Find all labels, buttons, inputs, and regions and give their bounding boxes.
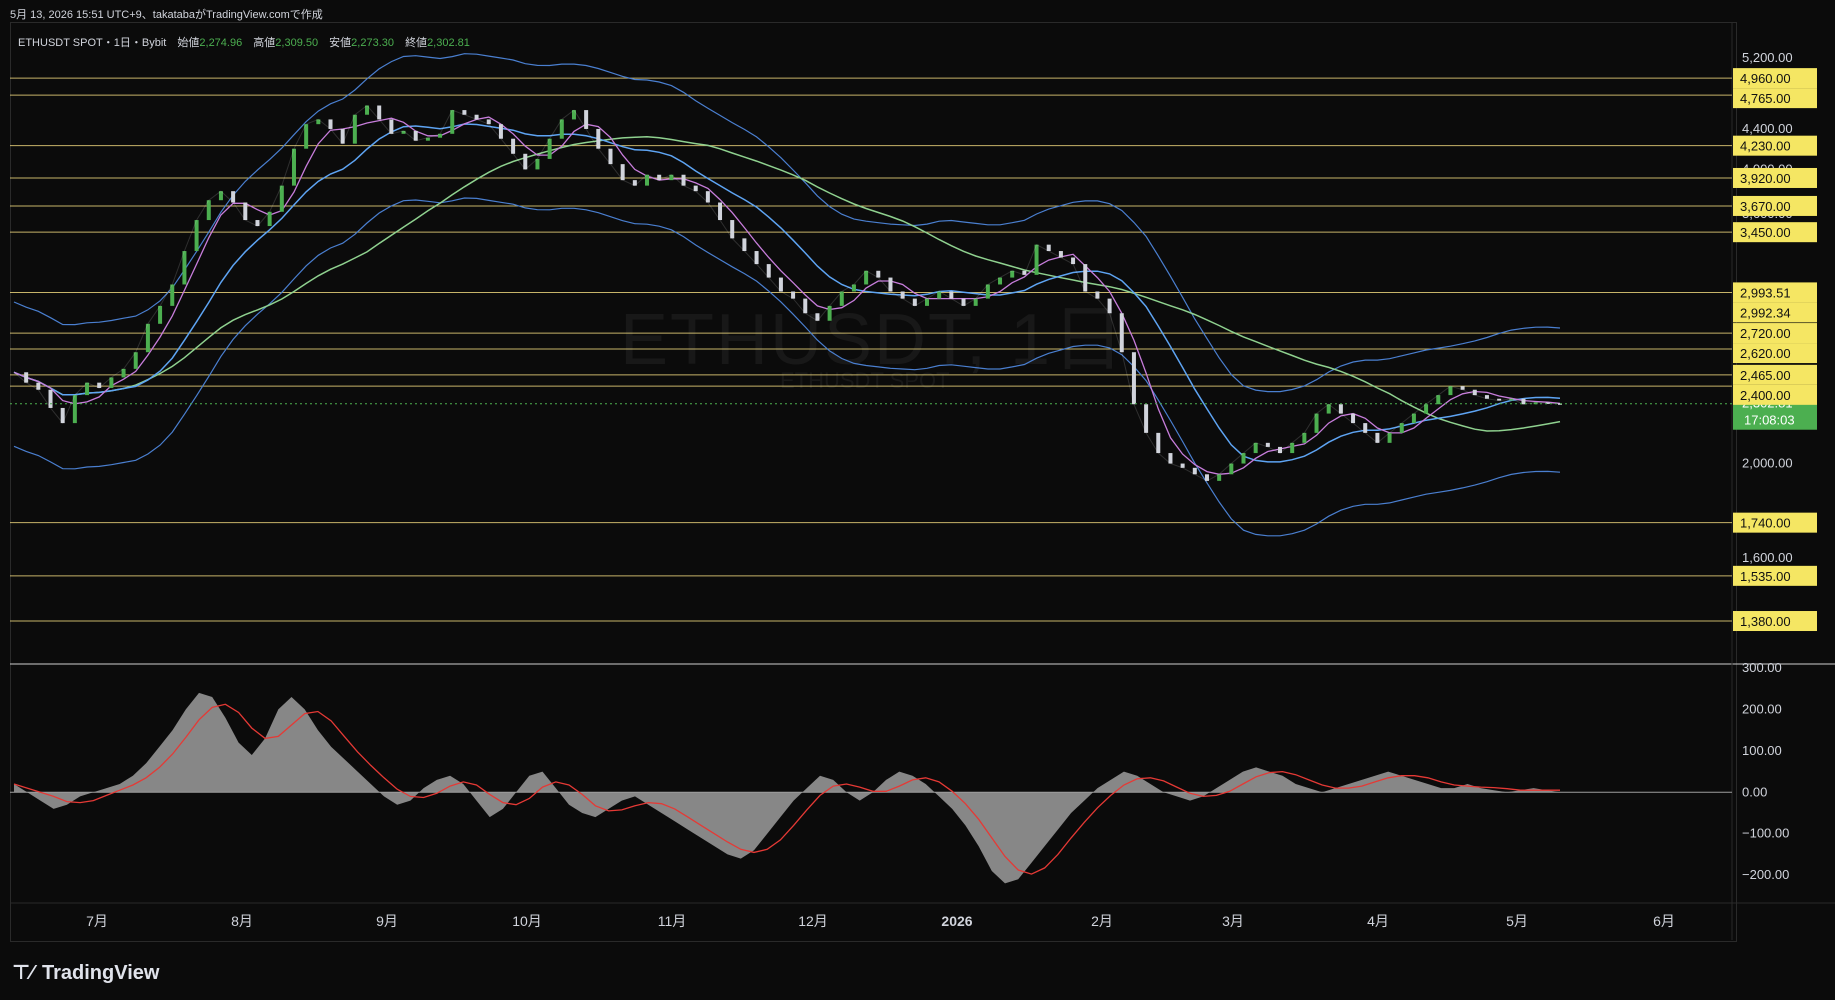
time-axis-label: 3月 bbox=[1222, 913, 1244, 929]
macd-axis-tick: −200.00 bbox=[1742, 867, 1789, 882]
time-axis-label: 6月 bbox=[1653, 913, 1675, 929]
macd-axis-tick: 0.00 bbox=[1742, 784, 1767, 799]
price-level-tag-label: 2,620.00 bbox=[1740, 346, 1791, 361]
time-axis-label: 8月 bbox=[231, 913, 253, 929]
price-level-tag-label: 2,993.51 bbox=[1740, 285, 1791, 300]
footer-bar bbox=[0, 955, 1835, 1000]
time-axis-label: 4月 bbox=[1367, 913, 1389, 929]
open-value: 2,274.96 bbox=[199, 37, 243, 49]
tradingview-logo-icon: ⊤⁄ bbox=[12, 962, 34, 984]
time-axis-label: 10月 bbox=[512, 913, 542, 929]
time-axis-label: 5月 bbox=[1506, 913, 1528, 929]
price-level-tag-label: 2,400.00 bbox=[1740, 388, 1791, 403]
time-axis-label: 12月 bbox=[798, 913, 828, 929]
symbol-legend: ETHUSDT SPOT・1日・Bybit 始値2,274.96 高値2,309… bbox=[18, 34, 470, 50]
price-level-tag-label: 1,535.00 bbox=[1740, 569, 1791, 584]
price-axis-tick: 4,400.00 bbox=[1742, 121, 1793, 136]
price-axis-tick: 1,600.00 bbox=[1742, 550, 1793, 565]
ma-fast-line bbox=[13, 116, 1561, 475]
close-label: 終値 bbox=[405, 37, 428, 49]
chart-frame: 5月 13, 2026 15:51 UTC+9、takatabaがTrading… bbox=[0, 0, 1835, 1000]
price-level-tag-label: 1,740.00 bbox=[1740, 516, 1791, 531]
tradingview-brand: TradingView bbox=[42, 962, 160, 984]
macd-axis-tick: −100.00 bbox=[1742, 826, 1789, 841]
price-level-tag-label: 2,720.00 bbox=[1740, 326, 1791, 341]
high-value: 2,309.50 bbox=[275, 37, 319, 49]
macd-axis-tick: 200.00 bbox=[1742, 701, 1782, 716]
tradingview-logo[interactable]: ⊤⁄ TradingView bbox=[12, 960, 159, 985]
price-level-tag-label: 2,465.00 bbox=[1740, 368, 1791, 383]
time-axis-label: 11月 bbox=[658, 913, 687, 929]
macd-axis-tick: 100.00 bbox=[1742, 743, 1782, 758]
time-axis-label: 2026 bbox=[941, 913, 972, 929]
low-label: 安値 bbox=[329, 37, 352, 49]
price-axis-tick: 5,200.00 bbox=[1742, 50, 1793, 65]
price-axis-tick: 2,000.00 bbox=[1742, 456, 1793, 471]
price-level-tag-label: 3,920.00 bbox=[1740, 171, 1791, 186]
countdown-label: 17:08:03 bbox=[1744, 413, 1795, 428]
price-chart-svg[interactable]: 5,200.004,400.004,000.003,600.002,000.00… bbox=[0, 0, 1835, 955]
price-level-tag-label: 1,380.00 bbox=[1740, 614, 1791, 629]
price-level-tag-label: 2,992.34 bbox=[1740, 305, 1791, 320]
open-label: 始値 bbox=[177, 37, 200, 49]
time-axis-label: 9月 bbox=[376, 913, 398, 929]
price-level-tag-label: 3,450.00 bbox=[1740, 225, 1791, 240]
time-axis-label: 2月 bbox=[1091, 913, 1113, 929]
price-level-tag-label: 4,230.00 bbox=[1740, 139, 1791, 154]
symbol-line: ETHUSDT SPOT・1日・Bybit bbox=[18, 37, 167, 49]
macd-axis-tick: 300.00 bbox=[1742, 660, 1782, 675]
price-level-tag-label: 4,765.00 bbox=[1740, 91, 1791, 106]
time-axis-label: 7月 bbox=[86, 913, 108, 929]
bollinger-upper bbox=[13, 53, 1561, 393]
price-level-tag-label: 3,670.00 bbox=[1740, 199, 1791, 214]
low-value: 2,273.30 bbox=[351, 37, 394, 49]
price-level-tag-label: 4,960.00 bbox=[1740, 71, 1791, 86]
close-value: 2,302.81 bbox=[427, 37, 470, 49]
high-label: 高値 bbox=[253, 37, 276, 49]
